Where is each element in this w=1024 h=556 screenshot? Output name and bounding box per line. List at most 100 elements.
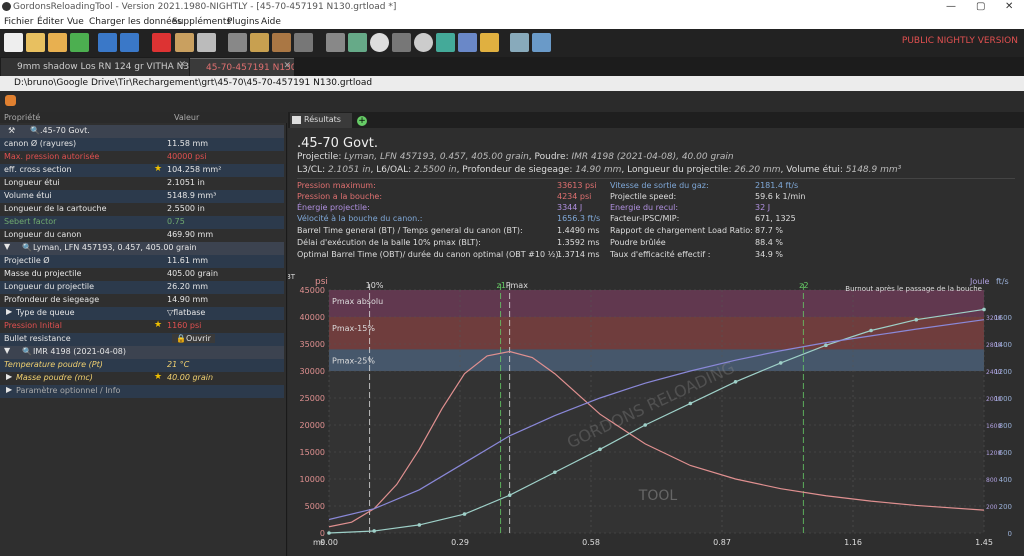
property-row[interactable]: Longueur étui 2.1051 in: [0, 177, 284, 190]
close-icon[interactable]: ✕: [1005, 1, 1013, 12]
property-row[interactable]: Projectile Ø 11.61 mm: [0, 255, 284, 268]
cartridge-config-icon[interactable]: [5, 95, 16, 106]
search-icon[interactable]: 🔍: [30, 126, 40, 135]
powder-icon[interactable]: [294, 33, 313, 52]
close-tab-icon[interactable]: ✕: [283, 61, 291, 71]
expand-icon[interactable]: ▶: [6, 307, 12, 316]
property-value[interactable]: 2.1051 in: [167, 178, 205, 187]
cartridge-icon[interactable]: [250, 33, 269, 52]
property-value[interactable]: 2.5500 in: [167, 204, 205, 213]
property-row[interactable]: Longueur du canon 469.90 mm: [0, 229, 284, 242]
property-row[interactable]: Pression Initial ★ 1160 psi: [0, 320, 284, 333]
property-value[interactable]: 11.61 mm: [167, 256, 208, 265]
property-row[interactable]: ▶ Paramètre optionnel / Info: [0, 385, 284, 398]
cartridge-group[interactable]: ⚒ 🔍 .45-70 Govt.: [0, 125, 284, 138]
rifle-icon[interactable]: [228, 33, 247, 52]
property-row[interactable]: Longueur de la cartouche 2.5500 in: [0, 203, 284, 216]
projectile-group[interactable]: ▼ 🔍 Lyman, LFN 457193, 0.457, 405.00 gra…: [0, 242, 284, 255]
property-value[interactable]: 1160 psi: [167, 321, 201, 330]
public-nightly-label: PUBLIC NIGHTLY VERSION: [901, 36, 1018, 46]
marker-label: z2: [799, 281, 808, 290]
stat-label: Barrel Time general (BT) / Temps general…: [297, 226, 523, 235]
property-row[interactable]: ▶ Masse poudre (mc) ★ 40.00 grain: [0, 372, 284, 385]
open-recent-icon[interactable]: [48, 33, 67, 52]
property-row[interactable]: Longueur du projectile 26.20 mm: [0, 281, 284, 294]
collapse-icon[interactable]: ▼: [4, 242, 10, 251]
save-icon[interactable]: [98, 33, 117, 52]
menu-supplements[interactable]: Suppléments: [172, 17, 231, 27]
add-tab-icon[interactable]: +: [357, 116, 367, 126]
calibration-icon[interactable]: [458, 33, 477, 52]
clock-icon[interactable]: [436, 33, 455, 52]
property-value[interactable]: 469.90 mm: [167, 230, 213, 239]
pdf-icon[interactable]: [152, 33, 171, 52]
property-row[interactable]: Temperature poudre (Pt) 21 °C: [0, 359, 284, 372]
menu-vue[interactable]: Vue: [67, 17, 84, 27]
maximize-icon[interactable]: ▢: [976, 1, 985, 12]
tab-resultats[interactable]: Résultats: [290, 113, 352, 128]
property-value[interactable]: 11.58 mm: [167, 139, 208, 148]
lock-icon: 🔒: [176, 334, 186, 343]
property-value[interactable]: 40.00 grain: [167, 373, 213, 382]
crosshair-icon[interactable]: [414, 33, 433, 52]
property-row[interactable]: canon Ø (rayures) 11.58 mm: [0, 138, 284, 151]
ladder-icon[interactable]: [348, 33, 367, 52]
property-value[interactable]: 14.90 mm: [167, 295, 208, 304]
dimensions-line: L3/CL: 2.1051 in, L6/OAL: 2.5500 in, Pro…: [297, 165, 902, 175]
expand-icon[interactable]: ▶: [6, 385, 12, 394]
database-icon[interactable]: [175, 33, 194, 52]
property-label: Max. pression autorisée: [4, 152, 100, 161]
property-value[interactable]: 21 °C: [167, 360, 189, 369]
report-icon[interactable]: [197, 33, 216, 52]
weight-icon[interactable]: [326, 33, 345, 52]
minimize-icon[interactable]: —: [946, 1, 956, 12]
property-row[interactable]: Sebert factor 0.75: [0, 216, 284, 229]
new-file-icon[interactable]: [4, 33, 23, 52]
property-value[interactable]: 104.258 mm²: [167, 165, 221, 174]
property-row[interactable]: Profondeur de siegeage 14.90 mm: [0, 294, 284, 307]
property-row[interactable]: ▶ Type de queue ▽flatbase: [0, 307, 284, 320]
compare-icon[interactable]: [532, 33, 551, 52]
expand-icon[interactable]: ▶: [6, 372, 12, 381]
menu-editer[interactable]: Éditer: [37, 17, 64, 27]
y-tick-label-fts: 0: [1008, 530, 1012, 538]
property-row[interactable]: eff. cross section ★ 104.258 mm²: [0, 164, 284, 177]
property-row[interactable]: Max. pression autorisée 40000 psi: [0, 151, 284, 164]
powder-group[interactable]: ▼ 🔍 IMR 4198 (2021-04-08): [0, 346, 284, 359]
y-tick-label-joule: 1200: [986, 450, 1001, 457]
atom-icon[interactable]: [510, 33, 529, 52]
property-value[interactable]: 0.75: [167, 217, 185, 226]
property-row[interactable]: Masse du projectile 405.00 grain: [0, 268, 284, 281]
pressure-velocity-chart[interactable]: Pmax absolu Pmax-15% Pmax-25% 0 5000 10000 150…: [288, 270, 1024, 556]
property-value[interactable]: 5148.9 mm³: [167, 191, 216, 200]
tail-type-select[interactable]: ▽flatbase: [167, 308, 205, 317]
stat-label: Energie du recul:: [610, 203, 679, 212]
property-value[interactable]: 40000 psi: [167, 152, 206, 161]
property-row[interactable]: Bullet resistance 🔒Ouvrir: [0, 333, 284, 346]
menu-fichier[interactable]: Fichier: [4, 17, 33, 27]
menu-plugins[interactable]: Plugins: [227, 17, 259, 27]
close-tab-icon[interactable]: ✕: [178, 60, 186, 70]
cartridge-name: .45-70 Govt.: [40, 126, 90, 135]
property-value[interactable]: 405.00 grain: [167, 269, 218, 278]
tab-9mm[interactable]: 9mm shadow Los RN 124 gr VITHA N340 ✕: [1, 58, 189, 76]
save-as-icon[interactable]: [120, 33, 139, 52]
reload-icon[interactable]: [70, 33, 89, 52]
bullet-icon[interactable]: [272, 33, 291, 52]
measure-icon[interactable]: [480, 33, 499, 52]
target-icon[interactable]: [370, 33, 389, 52]
collapse-icon[interactable]: ▼: [4, 346, 10, 355]
tools-icon[interactable]: [392, 33, 411, 52]
x-tick-label: 0.29: [451, 538, 469, 547]
menu-aide[interactable]: Aide: [261, 17, 281, 27]
tab-45-70[interactable]: 45-70-457191 N130 ✕: [190, 58, 294, 76]
open-folder-icon[interactable]: [26, 33, 45, 52]
search-icon[interactable]: 🔍: [22, 347, 32, 356]
property-row[interactable]: Volume étui 5148.9 mm³: [0, 190, 284, 203]
property-value[interactable]: 26.20 mm: [167, 282, 208, 291]
results-tab-bar: [288, 112, 1024, 128]
series-point: [553, 470, 557, 475]
open-button[interactable]: 🔒Ouvrir: [172, 334, 215, 343]
search-icon[interactable]: 🔍: [22, 243, 32, 252]
menu-charger[interactable]: Charger les données: [89, 17, 182, 27]
